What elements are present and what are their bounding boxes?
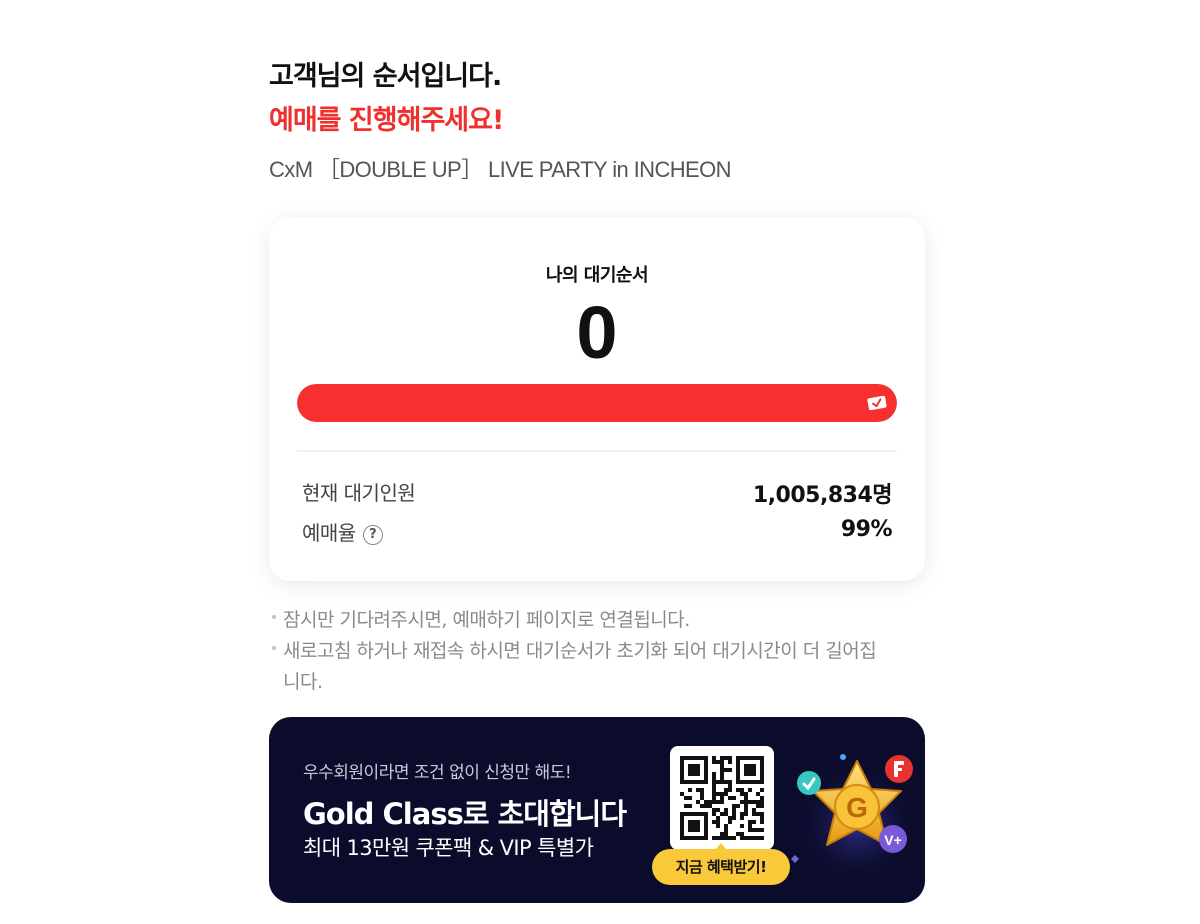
rate-label-wrap: 예매율? [302,517,383,546]
banner-description: 최대 13만원 쿠폰팩 & VIP 특별가 [303,836,594,860]
queue-label: 나의 대기순서 [545,265,649,286]
gold-letter: G [846,792,868,823]
get-benefit-button[interactable]: 지금 혜택받기! [652,843,790,885]
notice-item: 잠시만 기다려주시면, 예매하기 페이지로 연결됩니다. [269,605,889,636]
waiting-label: 현재 대기인원 [302,481,416,505]
svg-text:V+: V+ [884,832,902,848]
progress-fill [297,384,897,422]
queue-position: 0 [576,291,618,374]
help-icon[interactable]: ? [362,525,383,545]
banner-subtitle: 우수회원이라면 조건 없이 신청만 해도! [303,763,572,783]
notice-item: 새로고침 하거나 재접속 하시면 대기순서가 초기화 되어 대기시간이 더 길어… [269,636,889,698]
gold-class-banner[interactable]: 우수회원이라면 조건 없이 신청만 해도! Gold Class로 초대합니다 … [269,717,925,903]
progress-bar [297,384,897,422]
rate-value: 99% [840,517,893,542]
queue-card: 나의 대기순서 0 현재 대기인원 1,005,834명 예매율? 99% [269,217,925,581]
page-subtitle: 예매를 진행해주세요! [269,105,504,136]
event-name: CxM ［DOUBLE UP］ LIVE PARTY in INCHEON [269,157,732,182]
ticket-icon [867,395,887,411]
notice-list: 잠시만 기다려주시면, 예매하기 페이지로 연결됩니다. 새로고침 하거나 재접… [269,605,889,698]
stat-row-waiting: 현재 대기인원 1,005,834명 [302,477,893,508]
stat-row-rate: 예매율? 99% [302,517,893,547]
waiting-value: 1,005,834명 [752,483,893,508]
card-divider [297,450,897,452]
page-title: 고객님의 순서입니다. [269,61,502,92]
rate-label: 예매율 [302,521,356,545]
banner-title: Gold Class로 초대합니다 [303,797,627,831]
gold-star-icon: G V+ [791,753,921,877]
qr-code [670,746,774,850]
